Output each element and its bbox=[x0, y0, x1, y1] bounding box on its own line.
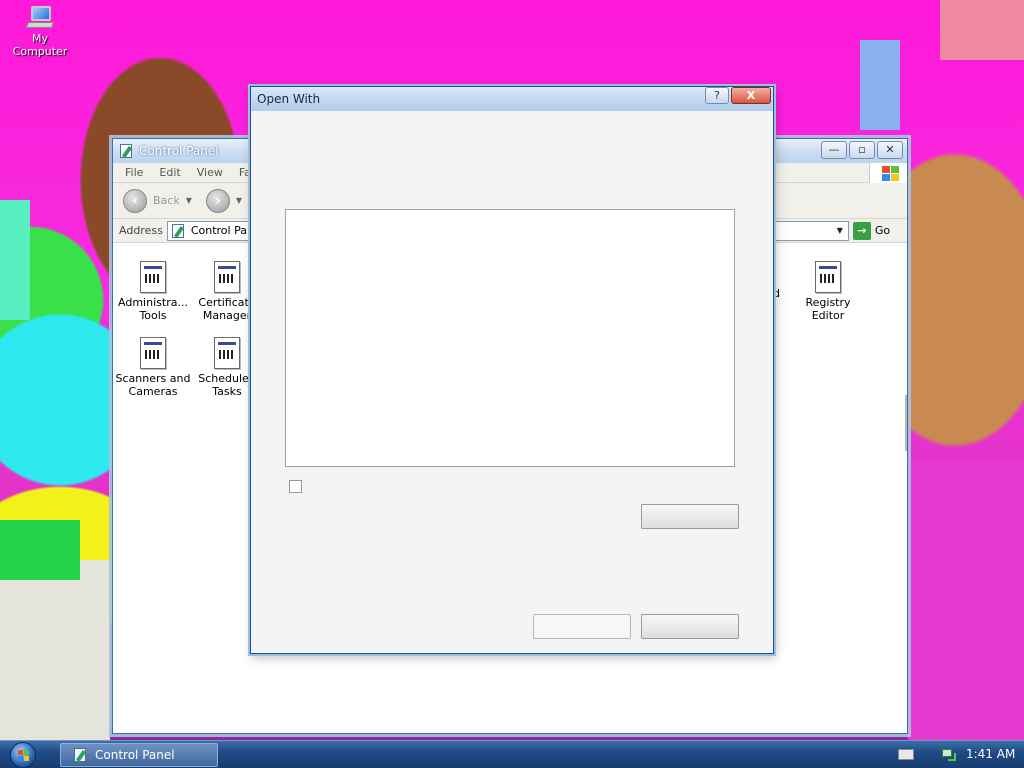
address-label: Address bbox=[119, 224, 163, 237]
go-label: Go bbox=[874, 224, 891, 237]
dialog-title: Open With bbox=[257, 92, 321, 106]
applet-label: Registry Editor bbox=[805, 296, 851, 322]
desktop-icon-my-computer[interactable]: My Computer bbox=[4, 4, 76, 58]
dialog-controls: ? X bbox=[705, 87, 771, 104]
go-arrow-icon: → bbox=[852, 221, 871, 240]
applet-administrative-tools[interactable]: Administra... Tools bbox=[115, 261, 191, 322]
clock[interactable]: 1:41 AM bbox=[966, 747, 1015, 761]
applet-icon bbox=[140, 261, 166, 293]
desktop-icon-label: My Computer bbox=[12, 32, 68, 58]
menu-file[interactable]: File bbox=[117, 166, 151, 179]
control-panel-icon bbox=[171, 223, 187, 239]
browse-button[interactable] bbox=[641, 504, 739, 529]
cancel-button[interactable] bbox=[641, 614, 739, 639]
window-title: Control Panel bbox=[139, 144, 219, 158]
menu-edit[interactable]: Edit bbox=[151, 166, 188, 179]
wallpaper-block bbox=[940, 0, 1024, 60]
applet-icon bbox=[214, 261, 240, 293]
taskbar: Control Panel 1:41 AM bbox=[0, 740, 1024, 768]
control-panel-icon bbox=[119, 143, 135, 159]
address-value: Control Pan bbox=[190, 224, 254, 237]
menu-view[interactable]: View bbox=[189, 166, 231, 179]
always-use-checkbox[interactable] bbox=[289, 480, 302, 493]
forward-arrow-icon[interactable]: › bbox=[205, 188, 230, 213]
chevron-down-icon[interactable]: ▼ bbox=[186, 196, 192, 205]
applet-icon bbox=[214, 337, 240, 369]
applet-scanners-and-cameras[interactable]: Scanners and Cameras bbox=[115, 337, 191, 398]
applet-icon bbox=[815, 261, 841, 293]
close-button[interactable]: ✕ bbox=[877, 141, 903, 159]
network-icon[interactable] bbox=[940, 747, 958, 763]
ok-button[interactable] bbox=[533, 614, 631, 639]
wallpaper-block bbox=[0, 200, 30, 320]
back-arrow-icon[interactable]: ‹ bbox=[123, 188, 147, 213]
chevron-down-icon[interactable]: ▼ bbox=[832, 222, 848, 240]
program-list[interactable] bbox=[285, 209, 735, 467]
window-controls: — ▫ ✕ bbox=[821, 141, 903, 159]
go-button[interactable]: → Go bbox=[852, 221, 891, 240]
wallpaper-block bbox=[908, 460, 1024, 740]
applet-label-partial: d bbox=[773, 287, 780, 300]
scrollbar[interactable] bbox=[905, 395, 907, 451]
maximize-button[interactable]: ▫ bbox=[849, 141, 875, 159]
open-with-titlebar[interactable]: Open With ? X bbox=[251, 87, 773, 111]
open-with-dialog[interactable]: Open With ? X bbox=[250, 86, 774, 654]
applet-label: Administra... Tools bbox=[118, 296, 188, 322]
close-button[interactable]: X bbox=[731, 87, 771, 104]
wallpaper-block bbox=[0, 560, 110, 740]
wallpaper-block bbox=[860, 40, 900, 130]
minimize-button[interactable]: — bbox=[821, 141, 847, 159]
help-button[interactable]: ? bbox=[705, 87, 729, 104]
taskbar-button-label: Control Panel bbox=[95, 748, 175, 762]
windows-flag-icon bbox=[869, 163, 907, 183]
start-button[interactable] bbox=[10, 742, 36, 768]
wallpaper-block bbox=[0, 520, 80, 580]
keyboard-icon[interactable] bbox=[898, 749, 914, 760]
taskbar-button-control-panel[interactable]: Control Panel bbox=[60, 743, 218, 767]
my-computer-icon bbox=[25, 4, 55, 30]
applet-label: Scanners and Cameras bbox=[115, 372, 191, 398]
control-panel-icon bbox=[73, 747, 89, 763]
applet-icon bbox=[140, 337, 166, 369]
chevron-down-icon[interactable]: ▼ bbox=[236, 196, 242, 205]
back-button-label[interactable]: Back bbox=[153, 194, 180, 207]
applet-registry-editor[interactable]: Registry Editor bbox=[790, 261, 866, 322]
